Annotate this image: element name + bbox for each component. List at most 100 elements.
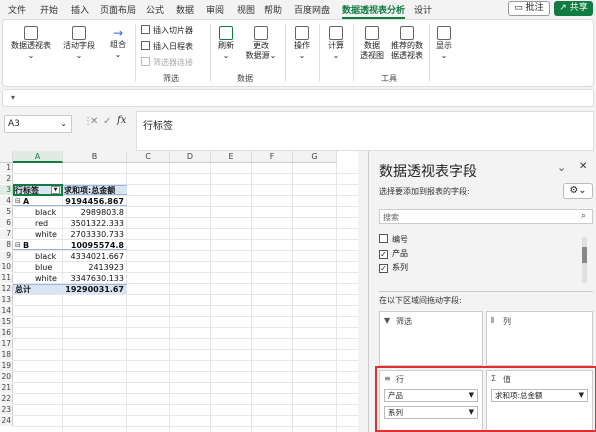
item-label[interactable]: black	[35, 252, 63, 262]
collapse-icon[interactable]: ⊟	[15, 197, 21, 205]
item-value[interactable]: 3347630.133	[63, 274, 124, 284]
menu-tab[interactable]: 数据	[176, 3, 194, 16]
settings-gear-icon[interactable]: ⚙⌄	[563, 183, 593, 199]
item-value[interactable]: 2989803.8	[63, 208, 124, 218]
row-header[interactable]: 24	[0, 416, 13, 426]
columns-zone[interactable]: ⦀ 列	[486, 311, 593, 366]
item-label[interactable]: black	[35, 208, 63, 218]
insert-slicer-button[interactable]: 插入切片器	[141, 25, 193, 36]
item-label[interactable]: blue	[35, 263, 63, 273]
close-icon[interactable]: ✕	[579, 161, 587, 172]
values-zone[interactable]: Σ 值 求和项:总金额 ▼	[486, 370, 593, 432]
spreadsheet-grid[interactable]: A B C D E F G 1 2 3 4 5 6 7 8 9 10 11 12 13 14 15 16 17 18 19 20 21…	[0, 151, 358, 432]
pivot-table-button[interactable]: 数据透视表 ⌄	[9, 26, 53, 61]
row-header[interactable]: 13	[0, 295, 13, 305]
name-box[interactable]: A3 ⌄	[4, 115, 72, 133]
row-header[interactable]: 4	[0, 196, 13, 206]
group-label[interactable]: B	[23, 241, 63, 251]
row-header[interactable]: 21	[0, 383, 13, 393]
refresh-button[interactable]: 刷新 ⌄	[213, 26, 239, 61]
checkbox[interactable]: ✓	[379, 264, 388, 273]
menu-tab[interactable]: 帮助	[264, 3, 282, 16]
item-value[interactable]: 2413923	[63, 263, 124, 273]
row-header[interactable]: 17	[0, 339, 13, 349]
formula-bar[interactable]: 行标签	[136, 111, 594, 151]
menu-tab[interactable]: 公式	[146, 3, 164, 16]
select-all-corner[interactable]	[0, 151, 13, 163]
row-header[interactable]: 7	[0, 229, 13, 239]
row-header[interactable]: 9	[0, 251, 13, 261]
row-header[interactable]: 20	[0, 372, 13, 382]
cancel-icon[interactable]: ✕	[90, 116, 98, 127]
menu-tab[interactable]: 页面布局	[100, 3, 136, 16]
row-header[interactable]: 10	[0, 262, 13, 272]
column-header[interactable]: C	[127, 151, 170, 163]
insert-function-icon[interactable]: fx	[117, 115, 126, 126]
item-value[interactable]: 3501322.333	[63, 219, 124, 229]
menu-tab[interactable]: 数据透视表分析	[342, 3, 406, 19]
chevron-down-icon[interactable]: ▾	[11, 93, 15, 102]
grand-total-label[interactable]: 总计	[15, 285, 63, 295]
row-header[interactable]: 3	[0, 185, 13, 195]
item-value[interactable]: 2703330.733	[63, 230, 124, 240]
item-value[interactable]: 4334021.667	[63, 252, 124, 262]
column-header[interactable]: E	[211, 151, 252, 163]
row-header[interactable]: 18	[0, 350, 13, 360]
column-header[interactable]: A	[13, 151, 63, 163]
row-field-product[interactable]: 产品 ▼	[384, 389, 478, 402]
chevron-down-icon[interactable]: ⌄	[557, 161, 566, 174]
group-button[interactable]: → 组合 ⌄	[105, 26, 131, 60]
field-search-input[interactable]: 搜索 ⌕	[379, 209, 593, 224]
collapse-icon[interactable]: ⊟	[15, 241, 21, 249]
group-total[interactable]: 10095574.8	[63, 241, 124, 251]
item-label[interactable]: white	[35, 230, 63, 240]
change-data-source-button[interactable]: 更改 数据源⌄	[241, 26, 281, 61]
grand-total-value[interactable]: 19290031.67	[63, 285, 124, 295]
item-label[interactable]: white	[35, 274, 63, 284]
row-header[interactable]: 23	[0, 405, 13, 415]
row-header[interactable]: 12	[0, 284, 13, 294]
column-header[interactable]: B	[63, 151, 127, 163]
field-item[interactable]: 编号	[379, 234, 408, 246]
column-header[interactable]: F	[252, 151, 293, 163]
group-label[interactable]: A	[23, 197, 63, 207]
row-header[interactable]: 16	[0, 328, 13, 338]
menu-tab[interactable]: 百度网盘	[294, 3, 330, 16]
menu-tab[interactable]: 视图	[237, 3, 255, 16]
active-field-button[interactable]: 活动字段 ⌄	[57, 26, 101, 61]
chevron-down-icon[interactable]: ⌄	[60, 116, 67, 132]
calculations-button[interactable]: 计算 ⌄	[323, 26, 349, 61]
row-header[interactable]: 11	[0, 273, 13, 283]
menu-tab[interactable]: 设计	[414, 3, 432, 16]
filter-zone[interactable]: ▼ 筛选	[379, 311, 483, 366]
menu-tab[interactable]: 文件	[8, 3, 26, 16]
pivot-chart-button[interactable]: 数据 透视图	[357, 26, 387, 61]
column-header[interactable]: G	[293, 151, 337, 163]
menu-tab[interactable]: 开始	[40, 3, 58, 16]
checkbox[interactable]: ✓	[379, 250, 388, 259]
item-label[interactable]: red	[35, 219, 63, 229]
row-field-series[interactable]: 系列 ▼	[384, 406, 478, 419]
filter-dropdown-icon[interactable]: ▼	[51, 186, 60, 194]
group-total[interactable]: 9194456.867	[63, 197, 124, 207]
row-header[interactable]: 15	[0, 317, 13, 327]
show-button[interactable]: 显示 ⌄	[433, 26, 455, 61]
comment-button[interactable]: ▭ 批注	[508, 1, 550, 16]
value-field-sum[interactable]: 求和项:总金额 ▼	[491, 389, 588, 402]
row-header[interactable]: 8	[0, 240, 13, 250]
row-header[interactable]: 14	[0, 306, 13, 316]
row-header[interactable]: 5	[0, 207, 13, 217]
field-item[interactable]: ✓ 产品	[379, 248, 408, 260]
field-item[interactable]: ✓ 系列	[379, 262, 408, 274]
confirm-icon[interactable]: ✓	[103, 116, 111, 127]
row-header[interactable]: 22	[0, 394, 13, 404]
actions-button[interactable]: 操作 ⌄	[289, 26, 315, 61]
row-header[interactable]: 6	[0, 218, 13, 228]
recommended-pivot-button[interactable]: 推荐的数 据透视表	[389, 26, 425, 61]
menu-tab[interactable]: 插入	[71, 3, 89, 16]
row-header[interactable]: 1	[0, 163, 13, 173]
row-header[interactable]: 19	[0, 361, 13, 371]
filter-connections-button[interactable]: 筛选器连接	[141, 57, 193, 68]
share-button[interactable]: ↗ 共享	[554, 1, 593, 16]
value-header[interactable]: 求和项:总金额	[64, 186, 127, 196]
